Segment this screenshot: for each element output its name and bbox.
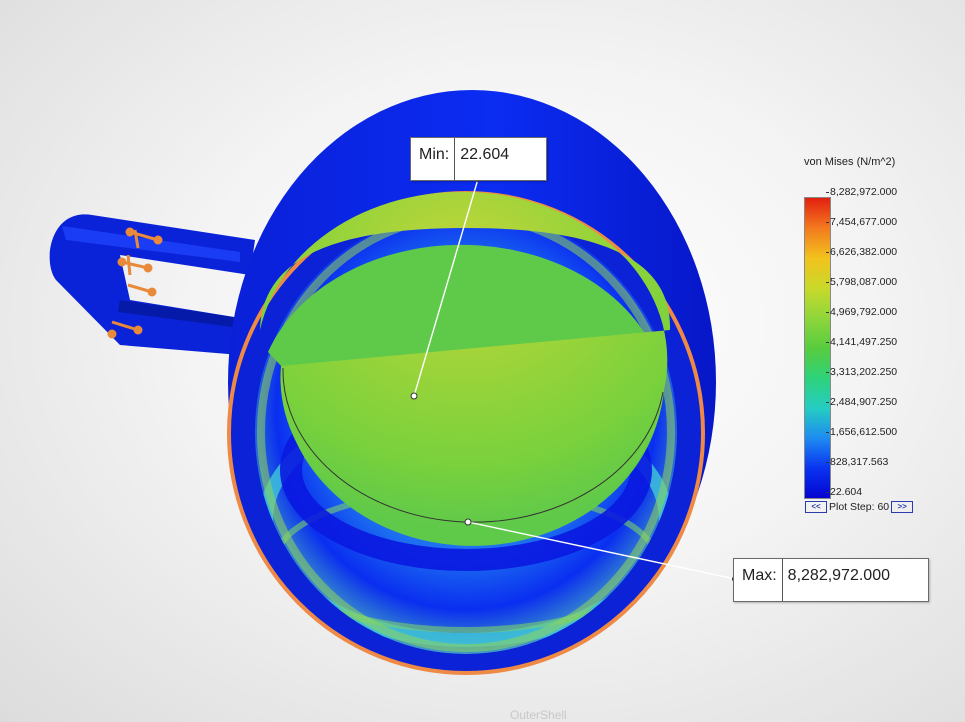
legend-tick: 22.604 xyxy=(825,486,863,498)
legend-tick: 7,454,677.000 xyxy=(825,216,898,228)
mug-handle xyxy=(49,214,255,355)
max-value-callout[interactable]: Max: 8,282,972.000 xyxy=(733,558,929,602)
legend-tick: 4,969,792.000 xyxy=(825,306,898,318)
legend-tick: 2,484,907.250 xyxy=(825,396,898,408)
min-probe-point xyxy=(410,392,418,400)
min-value: 22.604 xyxy=(460,146,510,163)
previous-step-button[interactable]: << xyxy=(805,501,827,513)
max-probe-point xyxy=(464,518,472,526)
plot-step-control: << Plot Step: 60 >> xyxy=(803,501,915,513)
min-value-callout[interactable]: Min: 22.604 xyxy=(410,137,547,181)
legend-color-bar xyxy=(804,197,831,499)
min-label: Min: xyxy=(411,138,456,180)
next-step-button[interactable]: >> xyxy=(891,501,914,513)
legend-tick: 3,313,202.250 xyxy=(825,366,898,378)
max-label: Max: xyxy=(734,559,783,601)
legend-title: von Mises (N/m^2) xyxy=(804,156,896,168)
legend-tick: 1,656,612.500 xyxy=(825,426,898,438)
legend-tick: 8,282,972.000 xyxy=(825,186,898,198)
legend-tick: 5,798,087.000 xyxy=(825,276,898,288)
part-name-tab[interactable]: OuterShell xyxy=(510,708,567,722)
legend-tick: 6,626,382.000 xyxy=(825,246,898,258)
legend-tick: 828,317.563 xyxy=(825,456,889,468)
max-value: 8,282,972.000 xyxy=(787,567,890,584)
stress-legend[interactable]: von Mises (N/m^2) 8,282,972.000 7,454,67… xyxy=(800,152,940,522)
plot-step-label: Plot Step: 60 xyxy=(829,501,890,513)
legend-tick: 4,141,497.250 xyxy=(825,336,898,348)
